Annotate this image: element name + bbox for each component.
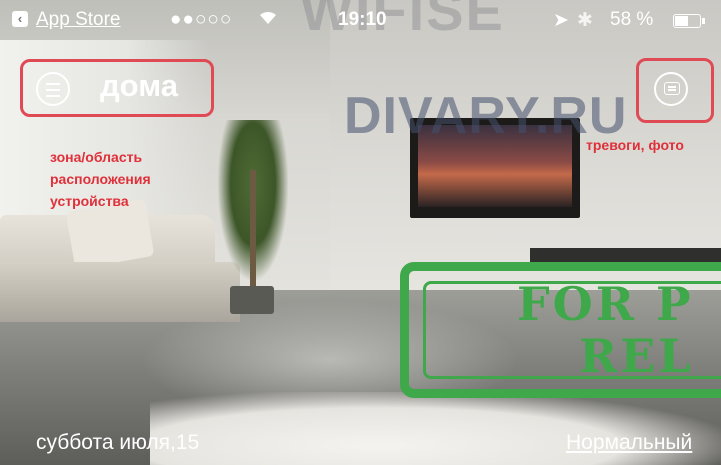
battery-tip: [702, 18, 705, 24]
date-label: суббота июля,15: [36, 431, 200, 454]
zone-annotation-line2: расположения: [50, 171, 151, 187]
back-to-app-store-link[interactable]: App Store: [36, 9, 121, 31]
stamp-line2: REL: [579, 329, 694, 383]
sofa-seat: [0, 262, 240, 322]
zone-annotation-line1: зона/область: [50, 149, 143, 165]
plant-trunk: [250, 170, 256, 288]
location-arrow-icon: ➤: [553, 10, 569, 31]
zone-annotation: зона/область расположения устройства: [50, 146, 151, 212]
zone-annotation-line3: устройства: [50, 193, 129, 209]
zone-highlight-frame: [20, 59, 214, 117]
watermark-site: DIVARY.RU: [344, 87, 628, 145]
back-arrow-icon[interactable]: ‹: [12, 11, 28, 27]
plant-pot: [230, 286, 274, 314]
alarms-highlight-frame: [636, 58, 714, 123]
battery-icon: [673, 14, 705, 28]
stamp-line1: FOR P: [517, 277, 694, 331]
battery-fill: [675, 16, 688, 26]
press-release-stamp: FOR P REL: [400, 262, 721, 398]
signal-strength-icon: ●●○○○: [170, 9, 233, 30]
battery-percent: 58 %: [610, 9, 654, 30]
bluetooth-icon: ✱: [577, 10, 593, 31]
clock-time: 19:10: [338, 9, 387, 30]
security-mode-link[interactable]: Нормальный: [566, 431, 692, 455]
alarms-annotation: тревоги, фото: [586, 137, 684, 153]
wifi-icon: [258, 8, 278, 32]
status-bar: ‹ App Store ●●○○○ 19:10 ➤ ✱ 58 %: [0, 0, 721, 40]
